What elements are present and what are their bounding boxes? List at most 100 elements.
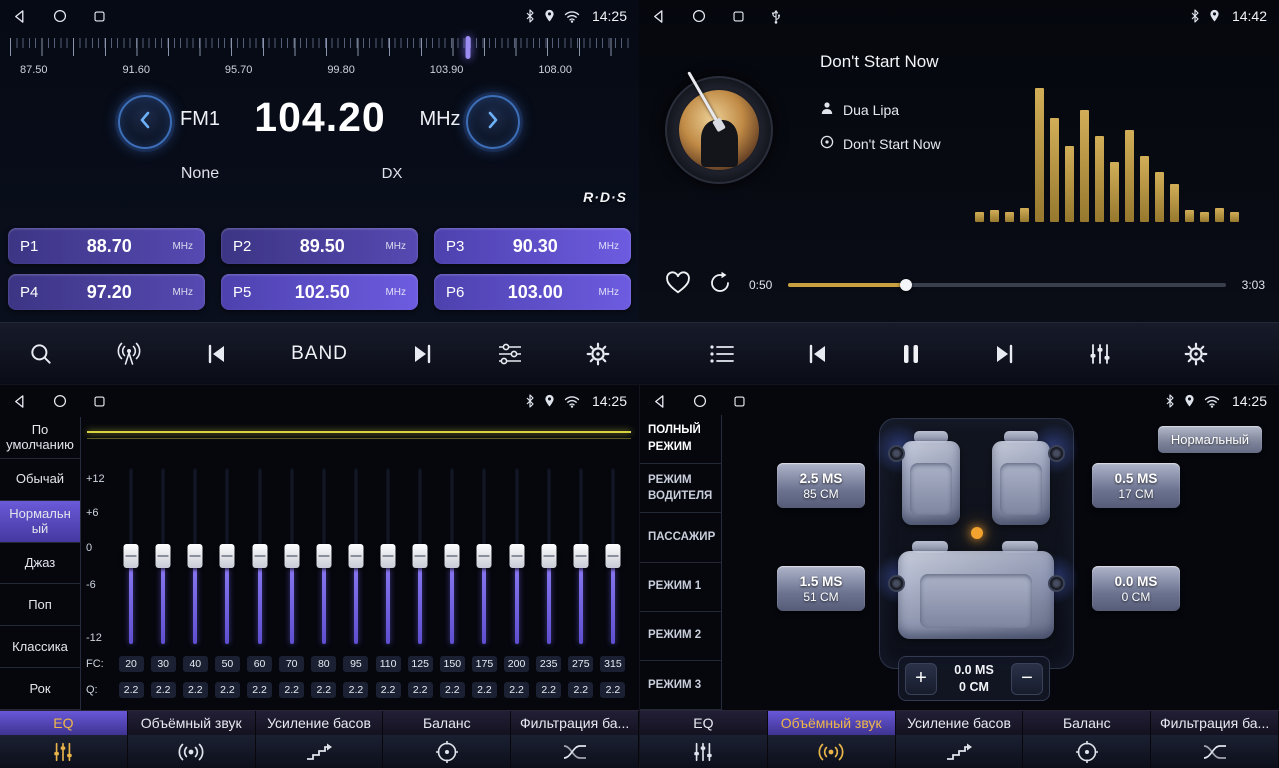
slider-handle[interactable] <box>220 544 235 568</box>
gear-icon[interactable] <box>585 341 611 367</box>
slider-handle[interactable] <box>156 544 171 568</box>
tuning-indicator[interactable] <box>466 36 471 59</box>
recents-square-icon[interactable] <box>93 10 106 23</box>
home-circle-icon[interactable] <box>692 9 706 23</box>
back-icon[interactable] <box>651 9 666 24</box>
previous-track-icon[interactable] <box>204 343 230 365</box>
eq-band-slider[interactable] <box>468 468 500 644</box>
eq-band-slider[interactable] <box>308 468 340 644</box>
audio-tab[interactable]: Объёмный звук <box>768 711 896 735</box>
preset-button[interactable]: P2 89.50 MHz <box>221 228 418 264</box>
playlist-icon[interactable] <box>709 343 735 365</box>
recents-square-icon[interactable] <box>732 10 745 23</box>
surround-mode-item[interactable]: РЕЖИМ 1 <box>640 563 721 612</box>
eq-band-slider[interactable] <box>436 468 468 644</box>
audio-tab[interactable]: Баланс <box>383 711 511 735</box>
slider-handle[interactable] <box>509 544 524 568</box>
preset-button[interactable]: P4 97.20 MHz <box>8 274 205 310</box>
eq-band-slider[interactable] <box>276 468 308 644</box>
eq-band-slider[interactable] <box>340 468 372 644</box>
tab-icon-eq[interactable] <box>0 735 128 768</box>
eq-band-slider[interactable] <box>597 468 629 644</box>
recents-square-icon[interactable] <box>733 395 746 408</box>
tab-icon-balance[interactable] <box>383 735 511 768</box>
increase-delay-button[interactable]: + <box>905 663 937 695</box>
next-track-icon[interactable] <box>991 343 1017 365</box>
surround-mode-item[interactable]: РЕЖИМ ВОДИТЕЛЯ <box>640 464 721 513</box>
slider-handle[interactable] <box>573 544 588 568</box>
eq-band-slider[interactable] <box>244 468 276 644</box>
front-right-delay-button[interactable]: 0.5 MS 17 CM <box>1092 463 1180 508</box>
tab-icon-bass-boost[interactable] <box>896 735 1024 768</box>
audio-tab[interactable]: Фильтрация ба... <box>511 711 639 735</box>
seek-up-button[interactable] <box>466 95 520 149</box>
eq-band-slider[interactable] <box>372 468 404 644</box>
home-circle-icon[interactable] <box>53 9 67 23</box>
eq-preset-item[interactable]: Обычай <box>0 459 80 501</box>
repeat-icon[interactable] <box>707 271 733 300</box>
seek-down-button[interactable] <box>118 95 172 149</box>
back-icon[interactable] <box>12 9 27 24</box>
tab-icon-filter[interactable] <box>511 735 639 768</box>
listening-position-dot[interactable] <box>971 527 983 539</box>
slider-handle[interactable] <box>316 544 331 568</box>
audio-tab[interactable]: Усиление басов <box>896 711 1024 735</box>
back-icon[interactable] <box>652 394 667 409</box>
tab-icon-surround[interactable] <box>128 735 256 768</box>
tab-icon-surround[interactable] <box>768 735 896 768</box>
eq-preset-item[interactable]: Классика <box>0 626 80 668</box>
front-left-delay-button[interactable]: 2.5 MS 85 CM <box>777 463 865 508</box>
eq-band-slider[interactable] <box>501 468 533 644</box>
eq-preset-item[interactable]: Нормальный <box>0 501 80 543</box>
eq-preset-item[interactable]: Джаз <box>0 543 80 585</box>
broadcast-icon[interactable] <box>115 341 143 367</box>
slider-handle[interactable] <box>188 544 203 568</box>
tab-icon-eq[interactable] <box>640 735 768 768</box>
eq-band-slider[interactable] <box>211 468 243 644</box>
slider-handle[interactable] <box>348 544 363 568</box>
audio-tab[interactable]: EQ <box>0 711 128 735</box>
rear-left-delay-button[interactable]: 1.5 MS 51 CM <box>777 566 865 611</box>
back-icon[interactable] <box>12 394 27 409</box>
surround-mode-item[interactable]: РЕЖИМ 2 <box>640 612 721 661</box>
eq-band-slider[interactable] <box>147 468 179 644</box>
tab-icon-bass-boost[interactable] <box>256 735 384 768</box>
audio-tab[interactable]: Объёмный звук <box>128 711 256 735</box>
surround-mode-item[interactable]: РЕЖИМ 3 <box>640 661 721 710</box>
favorite-heart-icon[interactable] <box>665 271 691 300</box>
eq-preset-item[interactable]: По умолчанию <box>0 417 80 459</box>
audio-tab[interactable]: Баланс <box>1023 711 1151 735</box>
home-circle-icon[interactable] <box>693 394 707 408</box>
next-track-icon[interactable] <box>409 343 435 365</box>
slider-handle[interactable] <box>445 544 460 568</box>
tab-icon-balance[interactable] <box>1023 735 1151 768</box>
eq-preset-item[interactable]: Рок <box>0 668 80 710</box>
preset-button[interactable]: P6 103.00 MHz <box>434 274 631 310</box>
audio-tab[interactable]: Усиление басов <box>256 711 384 735</box>
audio-tab[interactable]: EQ <box>640 711 768 735</box>
audio-tab[interactable]: Фильтрация ба... <box>1151 711 1279 735</box>
eq-band-slider[interactable] <box>404 468 436 644</box>
rear-right-delay-button[interactable]: 0.0 MS 0 CM <box>1092 566 1180 611</box>
eq-band-slider[interactable] <box>533 468 565 644</box>
progress-knob[interactable] <box>900 279 912 291</box>
home-circle-icon[interactable] <box>53 394 67 408</box>
surround-mode-item[interactable]: ПАССАЖИР <box>640 513 721 562</box>
decrease-delay-button[interactable]: − <box>1011 663 1043 695</box>
progress-bar[interactable] <box>788 283 1225 287</box>
previous-track-icon[interactable] <box>805 343 831 365</box>
gear-icon[interactable] <box>1183 341 1209 367</box>
band-button[interactable]: BAND <box>291 343 348 365</box>
tab-icon-filter[interactable] <box>1151 735 1279 768</box>
recents-square-icon[interactable] <box>93 395 106 408</box>
eq-sliders-icon[interactable] <box>496 342 524 366</box>
slider-handle[interactable] <box>252 544 267 568</box>
preset-button[interactable]: P1 88.70 MHz <box>8 228 205 264</box>
slider-handle[interactable] <box>284 544 299 568</box>
preset-button[interactable]: P3 90.30 MHz <box>434 228 631 264</box>
surround-preset-button[interactable]: Нормальный <box>1158 426 1262 453</box>
slider-handle[interactable] <box>477 544 492 568</box>
slider-handle[interactable] <box>124 544 139 568</box>
pause-icon[interactable] <box>901 342 921 366</box>
search-icon[interactable] <box>28 341 54 367</box>
